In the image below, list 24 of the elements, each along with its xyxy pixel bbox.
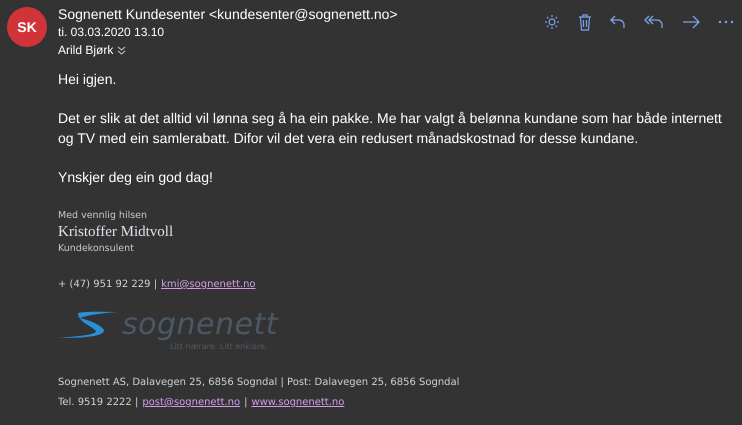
sender-name: Sognenett Kundesenter <kundesenter@sognenett.no> <box>58 5 398 24</box>
phone-number: + (47) 951 92 229 | <box>58 278 158 292</box>
message-paragraph: Det er slik at det alltid vil lønna seg å ha ein pakke. Me har valgt å belønna kundane som har både internett og TV med ein samlerabatt. Difor vil det vera ein redusert månadskostnad for desse kundane. <box>58 109 722 148</box>
company-address: Sognenett AS, Dalavegen 25, 6856 Sogndal | Post: Dalavegen 25, 6856 Sogndal <box>58 376 460 390</box>
reply-icon[interactable] <box>610 15 626 29</box>
website-link[interactable]: www.sognenett.no <box>251 393 344 413</box>
signer-name: Kristoffer Midtvoll <box>58 223 174 241</box>
expand-icon[interactable] <box>117 46 126 54</box>
sender-avatar: SK <box>7 7 47 47</box>
email-link[interactable]: post@sognenett.no <box>142 393 240 413</box>
delete-icon[interactable] <box>578 14 592 30</box>
signer-title: Kundekonsulent <box>58 242 135 256</box>
phone-number: Tel. 9519 2222 | <box>58 396 138 410</box>
message-paragraph: Ynskjer deg ein god dag! <box>58 168 214 187</box>
email-link[interactable]: kmi@sognenett.no <box>161 275 256 295</box>
message-paragraph: Hei igjen. <box>58 70 118 89</box>
more-icon[interactable] <box>718 20 734 24</box>
forward-icon[interactable] <box>682 15 700 29</box>
reply-all-icon[interactable] <box>644 15 664 29</box>
separator-text: | <box>244 396 248 410</box>
closing-text: Med vennlig hilsen <box>58 209 148 223</box>
recipient-name: Arild Bjørk <box>58 42 114 59</box>
sun-icon[interactable] <box>544 14 560 30</box>
sent-date: ti. 03.03.2020 13.10 <box>58 24 166 41</box>
